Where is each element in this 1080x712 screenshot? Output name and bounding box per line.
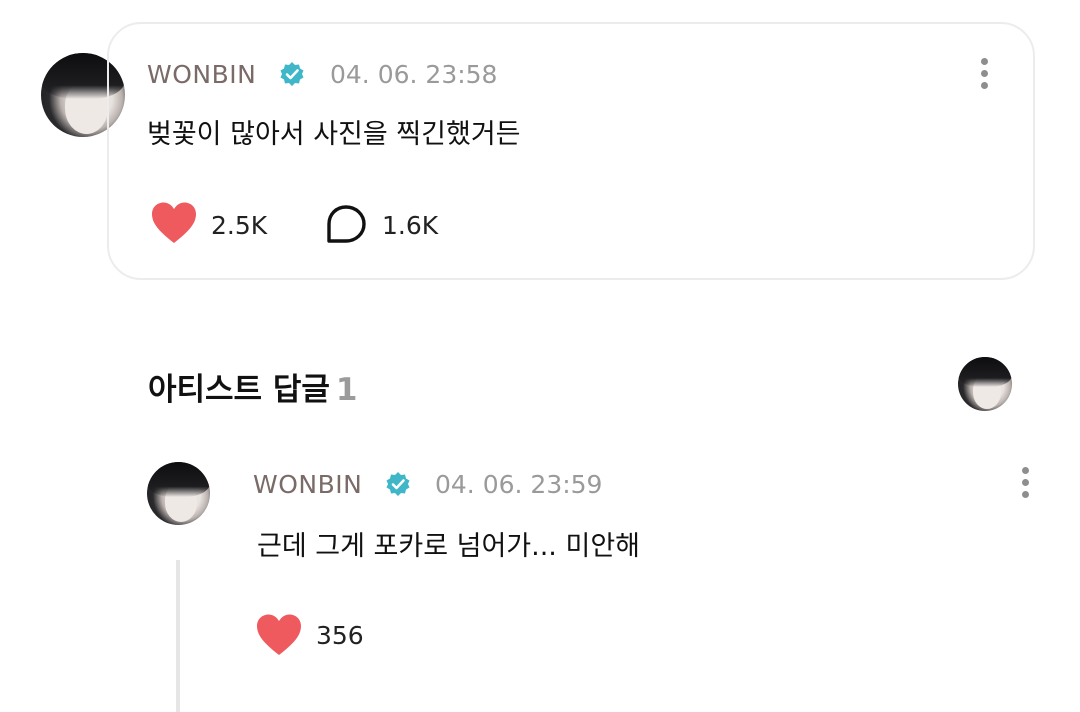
artist-replies-count: 1 bbox=[335, 372, 358, 408]
reply-author-name[interactable]: WONBIN bbox=[253, 470, 362, 499]
post-more-kebab-icon[interactable] bbox=[980, 58, 990, 94]
reply-timestamp: 04. 06. 23:59 bbox=[435, 470, 603, 499]
section-artist-avatar[interactable] bbox=[958, 357, 1012, 411]
reply-text: 근데 그게 포카로 넘어가... 미안해 bbox=[257, 531, 640, 562]
post-timestamp: 04. 06. 23:58 bbox=[330, 60, 498, 89]
avatar-hair bbox=[958, 357, 1012, 387]
post-text: 벚꽃이 많아서 사진을 찍긴했거든 bbox=[147, 119, 521, 150]
verified-badge-icon bbox=[386, 472, 410, 496]
post-like-heart-icon[interactable] bbox=[150, 201, 198, 245]
verified-badge-icon bbox=[280, 62, 304, 86]
post-comment-speech-bubble-icon[interactable] bbox=[324, 204, 368, 246]
post-author-name[interactable]: WONBIN bbox=[147, 60, 256, 89]
post-like-count: 2.5K bbox=[211, 211, 268, 240]
reply-like-heart-icon[interactable] bbox=[255, 613, 303, 657]
reply-thread-line bbox=[176, 560, 180, 712]
reply-like-count: 356 bbox=[316, 621, 364, 650]
artist-replies-title: 아티스트 답글 bbox=[148, 372, 330, 408]
avatar-hair bbox=[147, 462, 210, 497]
artist-replies-header: 아티스트 답글 1 bbox=[148, 364, 358, 409]
reply-author-avatar[interactable] bbox=[147, 462, 210, 525]
reply-more-kebab-icon[interactable] bbox=[1021, 467, 1031, 503]
post-comment-count: 1.6K bbox=[382, 211, 439, 240]
